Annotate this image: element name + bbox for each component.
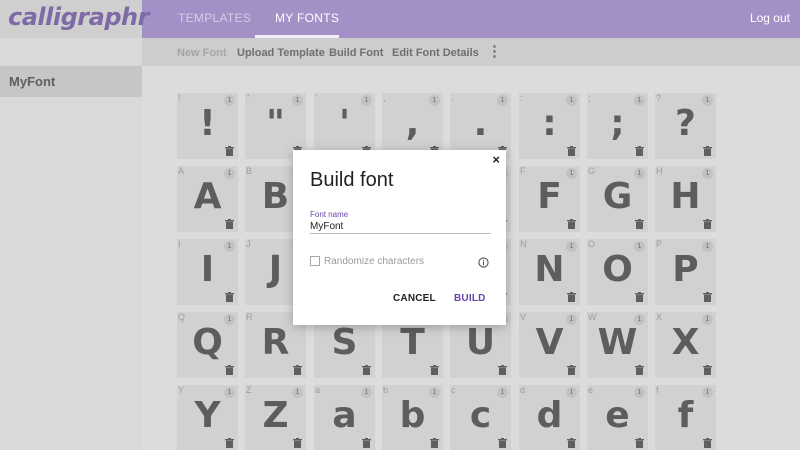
font-name-label: Font name <box>310 210 349 219</box>
font-name-input[interactable] <box>310 219 491 234</box>
build-button[interactable]: BUILD <box>454 293 486 304</box>
randomize-label: Randomize characters <box>324 256 425 267</box>
build-font-dialog: × Build font Font name Randomize charact… <box>293 150 506 325</box>
cancel-button[interactable]: CANCEL <box>393 293 436 304</box>
randomize-checkbox[interactable] <box>310 256 320 266</box>
info-icon[interactable] <box>478 255 489 268</box>
dialog-title: Build font <box>310 169 394 191</box>
close-icon[interactable]: × <box>492 152 500 167</box>
